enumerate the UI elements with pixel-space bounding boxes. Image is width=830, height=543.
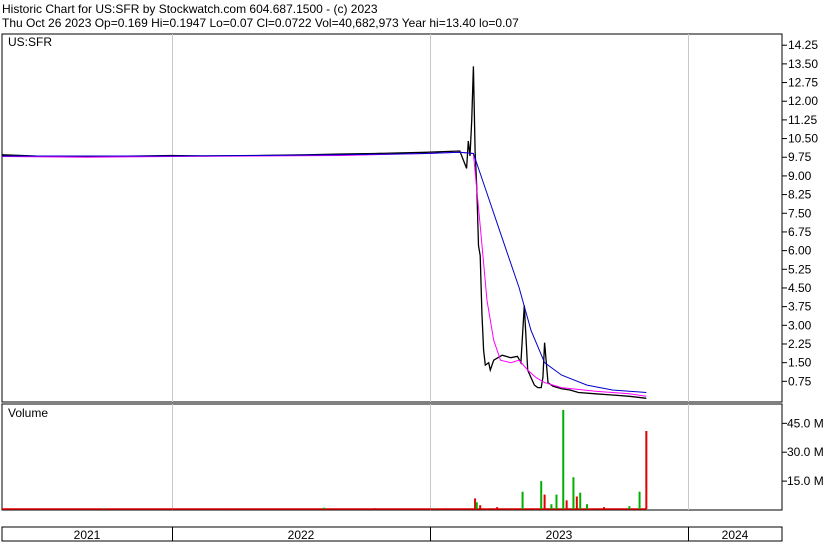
stock-chart: 0.75 1.50 2.25 3.00 3.75 4.50 5.25 6.00 6.75 7.50… (1, 33, 824, 542)
price-tick-label: 9.00 (788, 169, 812, 183)
price-tick-label: 6.75 (788, 225, 812, 239)
date-tick-label: 2021 (74, 528, 101, 542)
price-lines (1, 66, 647, 399)
price-tick-label: 6.00 (788, 244, 812, 258)
volume-tick-label: 30.0 M (787, 445, 824, 459)
price-tick-label: 0.75 (788, 374, 812, 388)
series-line-ma_fast (1, 151, 647, 397)
series-line-ma_slow (2, 151, 647, 393)
volume-panel-label: Volume (8, 406, 48, 420)
date-band-border (1, 526, 783, 542)
price-tick-label: 4.50 (788, 281, 812, 295)
price-tick-label: 7.50 (788, 206, 812, 220)
price-tick-label: 5.25 (788, 262, 812, 276)
price-tick-label: 14.25 (788, 38, 818, 52)
price-tick-label: 13.50 (788, 57, 818, 71)
price-tick-label: 11.25 (788, 113, 817, 127)
price-tick-label: 3.00 (788, 318, 812, 332)
price-panel-border (1, 33, 783, 403)
series-line-price (1, 66, 647, 399)
grid-lines (172, 34, 689, 541)
volume-tick-label: 15.0 M (787, 474, 824, 488)
volume-panel-border (1, 403, 783, 511)
date-tick-label: 2023 (546, 528, 573, 542)
price-tick-label: 9.75 (788, 150, 812, 164)
price-tick-label: 12.75 (788, 76, 818, 90)
price-tick-label: 2.25 (788, 337, 812, 351)
price-tick-label: 3.75 (788, 300, 812, 314)
date-tick-label: 2022 (288, 528, 315, 542)
price-panel-label: US:SFR (8, 35, 52, 49)
price-tick-label: 8.25 (788, 188, 812, 202)
date-axis: 2021 2022 2023 2024 (74, 528, 749, 542)
volume-axis: 15.0 M 30.0 M 45.0 M (782, 416, 824, 488)
price-axis: 0.75 1.50 2.25 3.00 3.75 4.50 5.25 6.00 6.75 7.50… (782, 38, 818, 388)
volume-bars (2, 409, 648, 510)
chart-frame (1, 33, 783, 542)
price-tick-label: 12.00 (788, 94, 818, 108)
volume-tick-label: 45.0 M (787, 416, 824, 430)
price-tick-label: 1.50 (788, 356, 812, 370)
date-tick-label: 2024 (722, 528, 749, 542)
price-tick-label: 10.50 (788, 132, 818, 146)
